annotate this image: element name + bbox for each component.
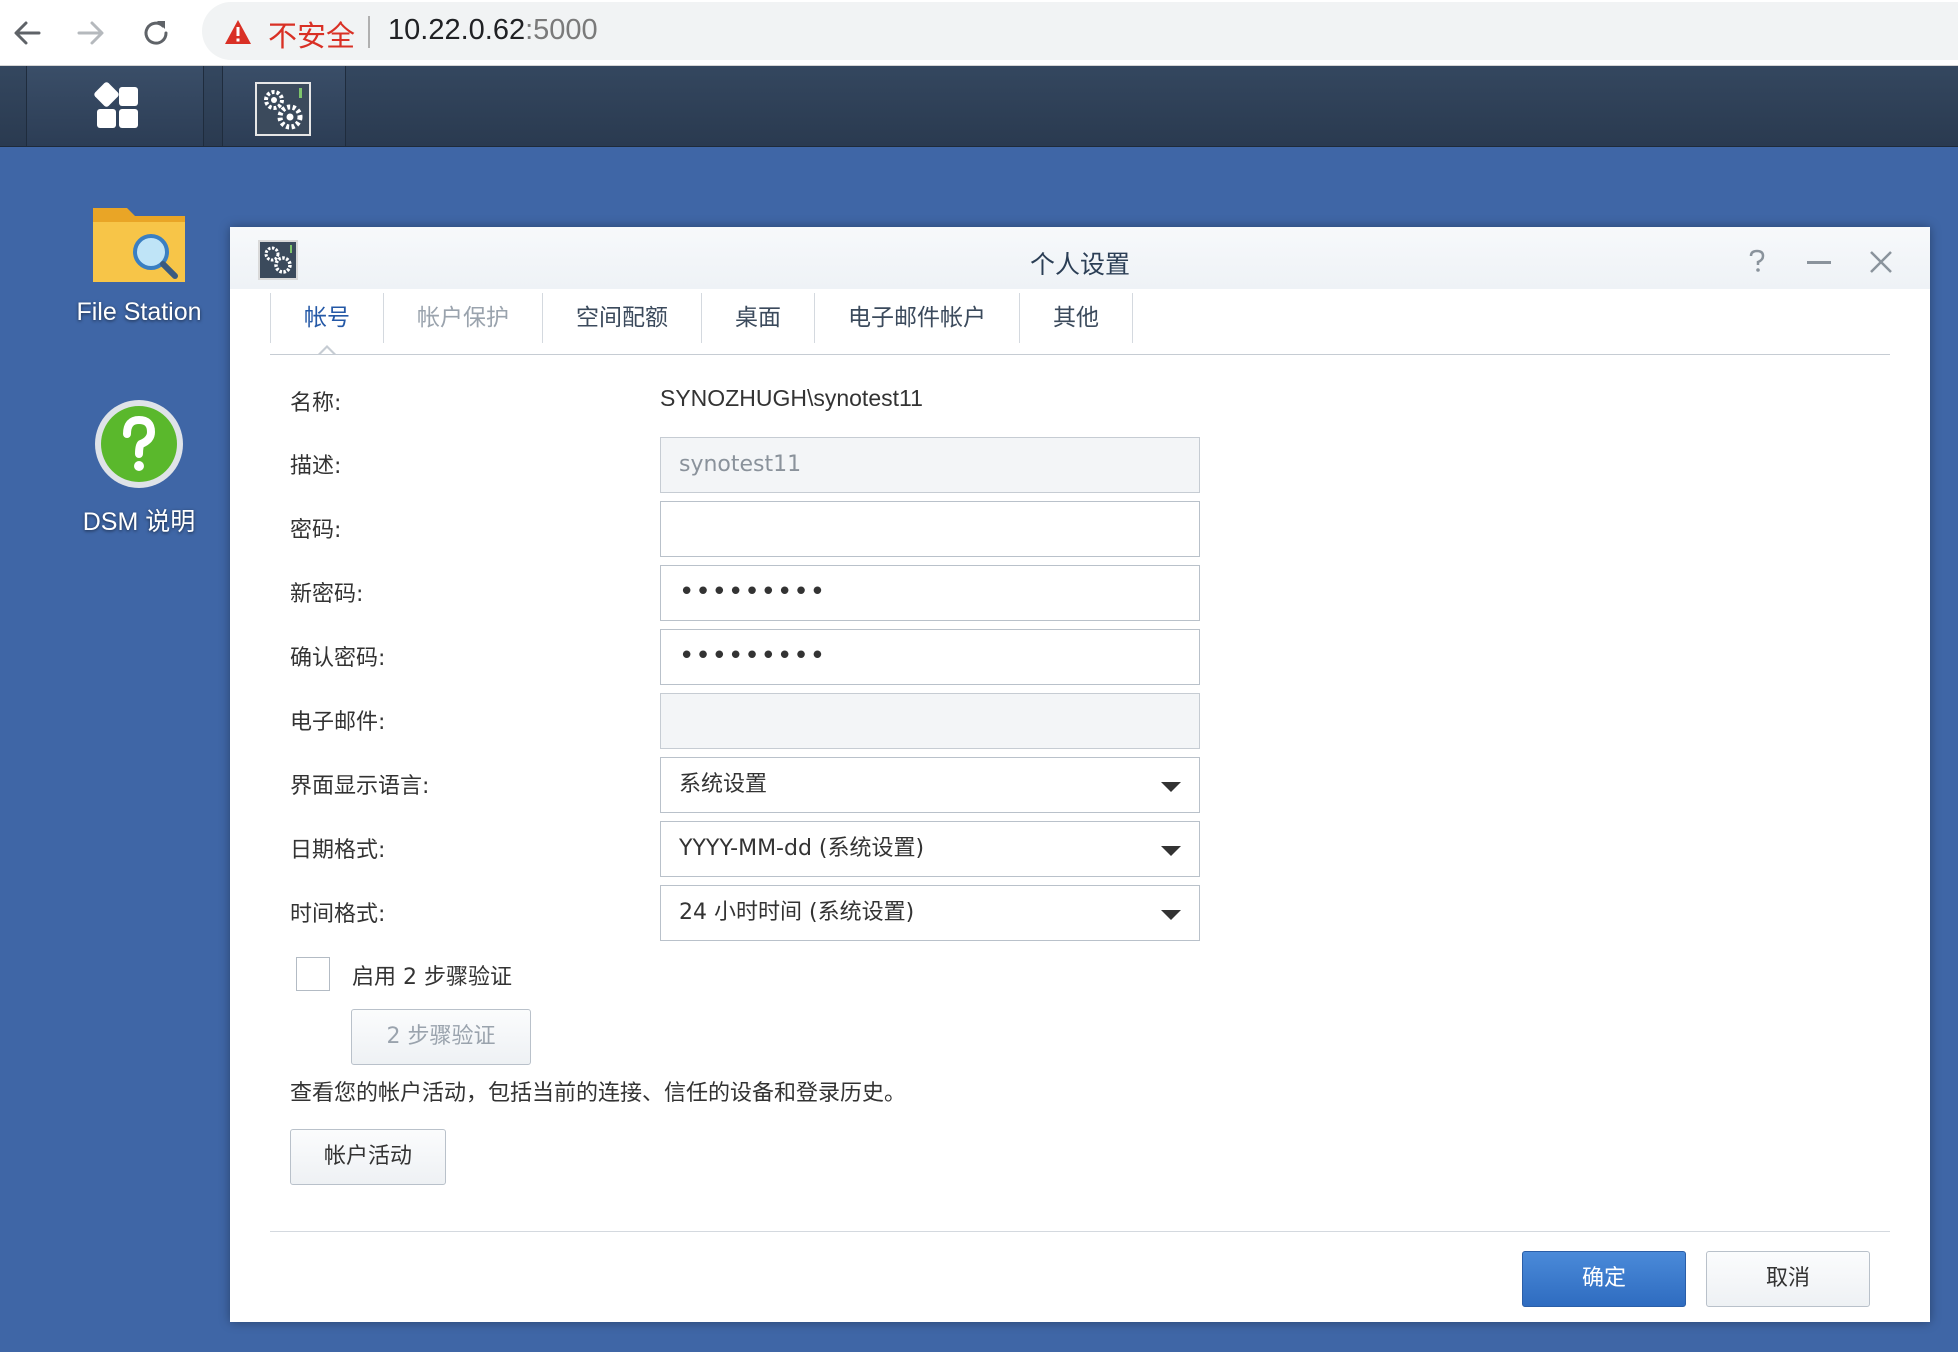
browser-toolbar: 不安全 10.22.0.62:5000 bbox=[0, 0, 1958, 66]
back-arrow-icon bbox=[14, 21, 41, 45]
window-title: 个人设置 bbox=[1029, 250, 1130, 279]
warning-triangle-icon bbox=[225, 20, 251, 44]
tab-label: 帐户保护 bbox=[417, 305, 509, 331]
new-password-field[interactable]: ••••••••• bbox=[660, 565, 1200, 621]
dropdown-caret-icon bbox=[1161, 782, 1181, 792]
forward-button[interactable] bbox=[66, 8, 116, 58]
two-step-button[interactable]: 2 步骤验证 bbox=[351, 1009, 531, 1065]
language-select[interactable]: 系统设置 bbox=[660, 757, 1200, 813]
time-format-label: 时间格式: bbox=[290, 902, 386, 927]
personal-settings-window: 个人设置 帐号 帐户保护 空间配额 桌面 电子邮件帐户 其他 名称: SYNOZ… bbox=[230, 227, 1930, 1322]
tab-others[interactable]: 其他 bbox=[1020, 293, 1133, 343]
taskbar-personal-settings[interactable] bbox=[222, 66, 346, 146]
desktop-icon-dsm-help[interactable]: DSM 说明 bbox=[44, 396, 234, 538]
tab-desktop[interactable]: 桌面 bbox=[702, 293, 815, 343]
language-selected-value: 系统设置 bbox=[679, 772, 768, 797]
account-activity-description: 查看您的帐户活动，包括当前的连接、信任的设备和登录历史。 bbox=[290, 1081, 907, 1106]
back-button[interactable] bbox=[2, 8, 52, 58]
gears-icon bbox=[255, 82, 311, 136]
two-step-checkbox[interactable] bbox=[296, 957, 330, 991]
time-format-select[interactable]: 24 小时时间 (系统设置) bbox=[660, 885, 1200, 941]
window-title-bar[interactable]: 个人设置 bbox=[230, 227, 1930, 289]
tab-quota[interactable]: 空间配额 bbox=[543, 293, 702, 343]
desktop-icon-label: File Station bbox=[76, 298, 202, 326]
date-format-select[interactable]: YYYY-MM-dd (系统设置) bbox=[660, 821, 1200, 877]
tab-label: 桌面 bbox=[735, 305, 781, 331]
minimize-icon[interactable] bbox=[1804, 247, 1834, 277]
tab-strip: 帐号 帐户保护 空间配额 桌面 电子邮件帐户 其他 bbox=[270, 293, 1133, 356]
password-field[interactable] bbox=[660, 501, 1200, 557]
reload-button[interactable] bbox=[131, 8, 181, 58]
desktop-icon-label: DSM 说明 bbox=[82, 508, 196, 536]
ok-button[interactable]: 确定 bbox=[1522, 1251, 1686, 1307]
confirm-password-field[interactable]: ••••••••• bbox=[660, 629, 1200, 685]
confirm-password-label: 确认密码: bbox=[290, 646, 386, 671]
tab-divider bbox=[270, 354, 1890, 355]
tab-label: 电子邮件帐户 bbox=[848, 305, 986, 331]
time-format-selected-value: 24 小时时间 (系统设置) bbox=[679, 900, 915, 925]
dsm-taskbar bbox=[0, 66, 1958, 147]
new-password-label: 新密码: bbox=[290, 582, 364, 607]
close-icon[interactable] bbox=[1866, 247, 1896, 277]
password-label: 密码: bbox=[290, 518, 342, 543]
date-format-label: 日期格式: bbox=[290, 838, 386, 863]
name-label: 名称: bbox=[290, 391, 342, 416]
url-text[interactable]: 10.22.0.62:5000 bbox=[388, 14, 598, 47]
url-port: :5000 bbox=[525, 14, 598, 46]
url-host: 10.22.0.62 bbox=[388, 14, 526, 46]
dropdown-caret-icon bbox=[1161, 910, 1181, 920]
tab-label: 其他 bbox=[1053, 305, 1099, 331]
email-label: 电子邮件: bbox=[290, 710, 386, 735]
main-menu-icon bbox=[93, 81, 139, 129]
address-bar[interactable]: 不安全 10.22.0.62:5000 bbox=[202, 2, 1958, 60]
tab-email-account[interactable]: 电子邮件帐户 bbox=[815, 293, 1020, 343]
tab-account-protection[interactable]: 帐户保护 bbox=[384, 293, 543, 343]
reload-icon bbox=[144, 21, 168, 45]
tab-label: 空间配额 bbox=[576, 305, 668, 331]
account-activity-button[interactable]: 帐户活动 bbox=[290, 1129, 446, 1185]
dropdown-caret-icon bbox=[1161, 846, 1181, 856]
folder-search-icon bbox=[93, 208, 185, 282]
two-step-checkbox-label[interactable]: 启用 2 步骤验证 bbox=[352, 959, 512, 991]
help-question-icon bbox=[95, 400, 183, 488]
forward-arrow-icon bbox=[77, 21, 104, 45]
desktop-icon-file-station[interactable]: File Station bbox=[44, 200, 234, 327]
tab-account[interactable]: 帐号 bbox=[270, 293, 384, 356]
description-field[interactable]: synotest11 bbox=[660, 437, 1200, 493]
address-separator bbox=[368, 16, 370, 48]
footer-divider bbox=[270, 1231, 1890, 1232]
main-menu-button[interactable] bbox=[26, 66, 204, 146]
cancel-button[interactable]: 取消 bbox=[1706, 1251, 1870, 1307]
description-label: 描述: bbox=[290, 454, 342, 479]
date-format-selected-value: YYYY-MM-dd (系统设置) bbox=[679, 836, 925, 861]
name-value: SYNOZHUGH\synotest11 bbox=[660, 385, 923, 411]
tab-label: 帐号 bbox=[304, 305, 350, 331]
email-field[interactable] bbox=[660, 693, 1200, 749]
help-icon[interactable] bbox=[1742, 247, 1772, 277]
security-status[interactable]: 不安全 bbox=[268, 13, 355, 55]
language-label: 界面显示语言: bbox=[290, 774, 430, 799]
